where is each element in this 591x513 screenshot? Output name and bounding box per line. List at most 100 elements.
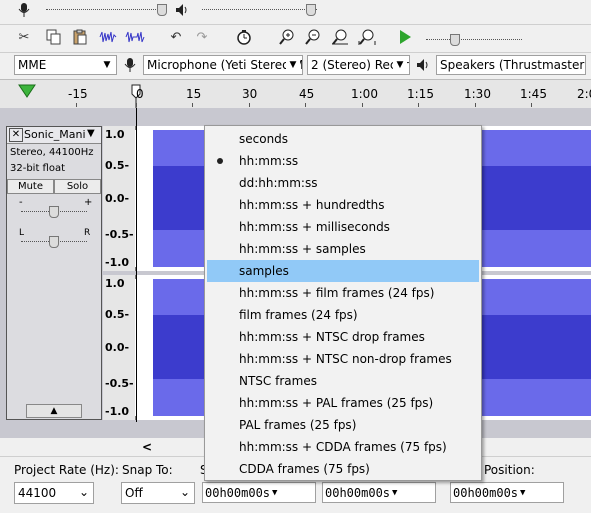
time-format-menu: seconds hh:mm:ss dd:hh:mm:ss hh:mm:ss + … [204,125,482,481]
scroll-left-button[interactable]: < [142,440,152,454]
project-rate-select[interactable]: 44100 ⌄ [14,482,94,504]
playback-device-value: Speakers (Thrustmaster Y-: [440,58,585,72]
microphone-icon[interactable] [14,0,34,20]
time-format-chevron-icon[interactable]: ▼ [272,488,277,498]
selection-end-time[interactable]: 00h00m00s ▼ [322,482,436,503]
menu-item-label: hh:mm:ss + CDDA frames (75 fps) [239,440,447,454]
menu-item-hhmmss[interactable]: hh:mm:ss [207,150,479,172]
playback-device-select[interactable]: Speakers (Thrustmaster Y-: [436,55,586,75]
speaker-icon[interactable] [172,0,192,20]
cut-icon[interactable]: ✂ [14,27,34,47]
sync-lock-icon[interactable] [234,27,254,47]
chevron-down-icon: ⌄ [178,483,192,501]
track-format-info: Stereo, 44100Hz [10,147,94,158]
selection-start-time[interactable]: 00h00m00s ▼ [202,482,316,503]
time-format-chevron-icon[interactable]: ▼ [392,488,397,498]
snap-to-value: Off [125,486,143,500]
menu-item-film-frames[interactable]: film frames (24 fps) [207,304,479,326]
ruler-tick [76,103,77,107]
mute-button[interactable]: Mute [7,179,54,194]
menu-item-label: hh:mm:ss + film frames (24 fps) [239,286,435,300]
recording-channels-select[interactable]: 2 (Stereo) Recor ▼ [307,55,410,75]
menu-item-cdda-frames[interactable]: CDDA frames (75 fps) [207,458,479,480]
menu-item-ntsc-frames[interactable]: NTSC frames [207,370,479,392]
solo-button[interactable]: Solo [54,179,101,194]
toolbar-divider [0,24,591,25]
ruler-label: 1:00 [351,87,378,101]
track-name: Sonic_Mani [24,128,86,141]
menu-item-label: hh:mm:ss + NTSC drop frames [239,330,425,344]
time-value: 00h00m00s [325,485,391,500]
project-rate-label: Project Rate (Hz): [14,463,119,477]
playback-volume-slider[interactable] [202,9,317,11]
collapse-track-button[interactable]: ▲ [26,404,82,418]
ruler-tick [192,103,193,107]
menu-item-label: hh:mm:ss [239,154,299,168]
track-menu-chevron-icon[interactable]: ▼ [87,128,95,139]
axis-label: -0.5- [105,377,134,390]
menu-item-label: hh:mm:ss + samples [239,242,366,256]
ruler-tick [531,103,532,107]
track-name-bar[interactable]: ✕ Sonic_Mani ▼ [7,127,101,144]
menu-item-hhmmss-ntsc-nondrop[interactable]: hh:mm:ss + NTSC non-drop frames [207,348,479,370]
paste-icon[interactable] [70,27,90,47]
gain-slider-thumb[interactable] [49,206,59,218]
slider-thumb[interactable] [157,4,167,16]
cursor-line [136,108,137,422]
menu-item-samples[interactable]: samples [207,260,479,282]
play-marker-icon[interactable] [18,84,36,98]
menu-item-label: hh:mm:ss + milliseconds [239,220,390,234]
copy-icon[interactable] [44,27,64,47]
ruler-label: -15 [68,87,88,101]
waveform-gap [135,279,153,416]
menu-item-seconds[interactable]: seconds [207,128,479,150]
waveform-gap [135,130,153,267]
track-control-panel[interactable]: ✕ Sonic_Mani ▼ Stereo, 44100Hz 32-bit fl… [6,126,102,420]
redo-icon[interactable]: ↷ [192,27,212,47]
chevron-down-icon: ⌄ [77,483,91,501]
pan-slider-thumb[interactable] [49,236,59,248]
audio-host-select[interactable]: MME ▼ [14,55,117,75]
gain-minus-label: - [19,197,23,208]
snap-to-label: Snap To: [122,463,173,477]
zoom-in-icon[interactable] [277,27,297,47]
solo-label: Solo [66,181,89,192]
silence-audio-icon[interactable] [125,27,145,47]
play-at-speed-icon[interactable] [395,27,415,47]
menu-item-hhmmss-ntsc-drop[interactable]: hh:mm:ss + NTSC drop frames [207,326,479,348]
time-format-chevron-icon[interactable]: ▼ [520,488,525,498]
trim-audio-icon[interactable] [98,27,118,47]
recording-device-select[interactable]: Microphone (Yeti Stereo M ▼ [143,55,303,75]
axis-label: -1.0 [105,405,130,418]
slider-thumb[interactable] [450,34,460,46]
speaker-icon [413,55,433,75]
ruler-label: 1:45 [520,87,547,101]
menu-item-label: hh:mm:ss + PAL frames (25 fps) [239,396,434,410]
menu-item-hhmmss-hundredths[interactable]: hh:mm:ss + hundredths [207,194,479,216]
menu-item-hhmmss-samples[interactable]: hh:mm:ss + samples [207,238,479,260]
close-track-icon[interactable]: ✕ [9,128,23,142]
snap-to-select[interactable]: Off ⌄ [121,482,195,504]
radio-check-icon [217,158,223,164]
menu-item-pal-frames[interactable]: PAL frames (25 fps) [207,414,479,436]
menu-item-ddhhmmss[interactable]: dd:hh:mm:ss [207,172,479,194]
fit-project-icon[interactable] [357,27,377,47]
axis-label: 1.0 [105,277,125,290]
play-speed-slider[interactable] [426,39,522,41]
ruler-tick [362,103,363,107]
fit-selection-icon[interactable] [330,27,350,47]
slider-thumb[interactable] [306,4,316,16]
axis-label: -0.5- [105,228,134,241]
audio-position-time[interactable]: 00h00m00s ▼ [450,482,564,503]
menu-item-hhmmss-pal[interactable]: hh:mm:ss + PAL frames (25 fps) [207,392,479,414]
menu-item-hhmmss-milliseconds[interactable]: hh:mm:ss + milliseconds [207,216,479,238]
zoom-out-icon[interactable] [303,27,323,47]
ruler-ticks [72,103,591,107]
axis-label: 0.5- [105,159,130,172]
axis-label: 1.0 [105,128,125,141]
menu-item-hhmmss-cdda[interactable]: hh:mm:ss + CDDA frames (75 fps) [207,436,479,458]
menu-item-hhmmss-film-frames[interactable]: hh:mm:ss + film frames (24 fps) [207,282,479,304]
track-bitdepth-info: 32-bit float [10,163,66,174]
undo-icon[interactable]: ↶ [166,27,186,47]
recording-volume-slider[interactable] [46,9,166,11]
